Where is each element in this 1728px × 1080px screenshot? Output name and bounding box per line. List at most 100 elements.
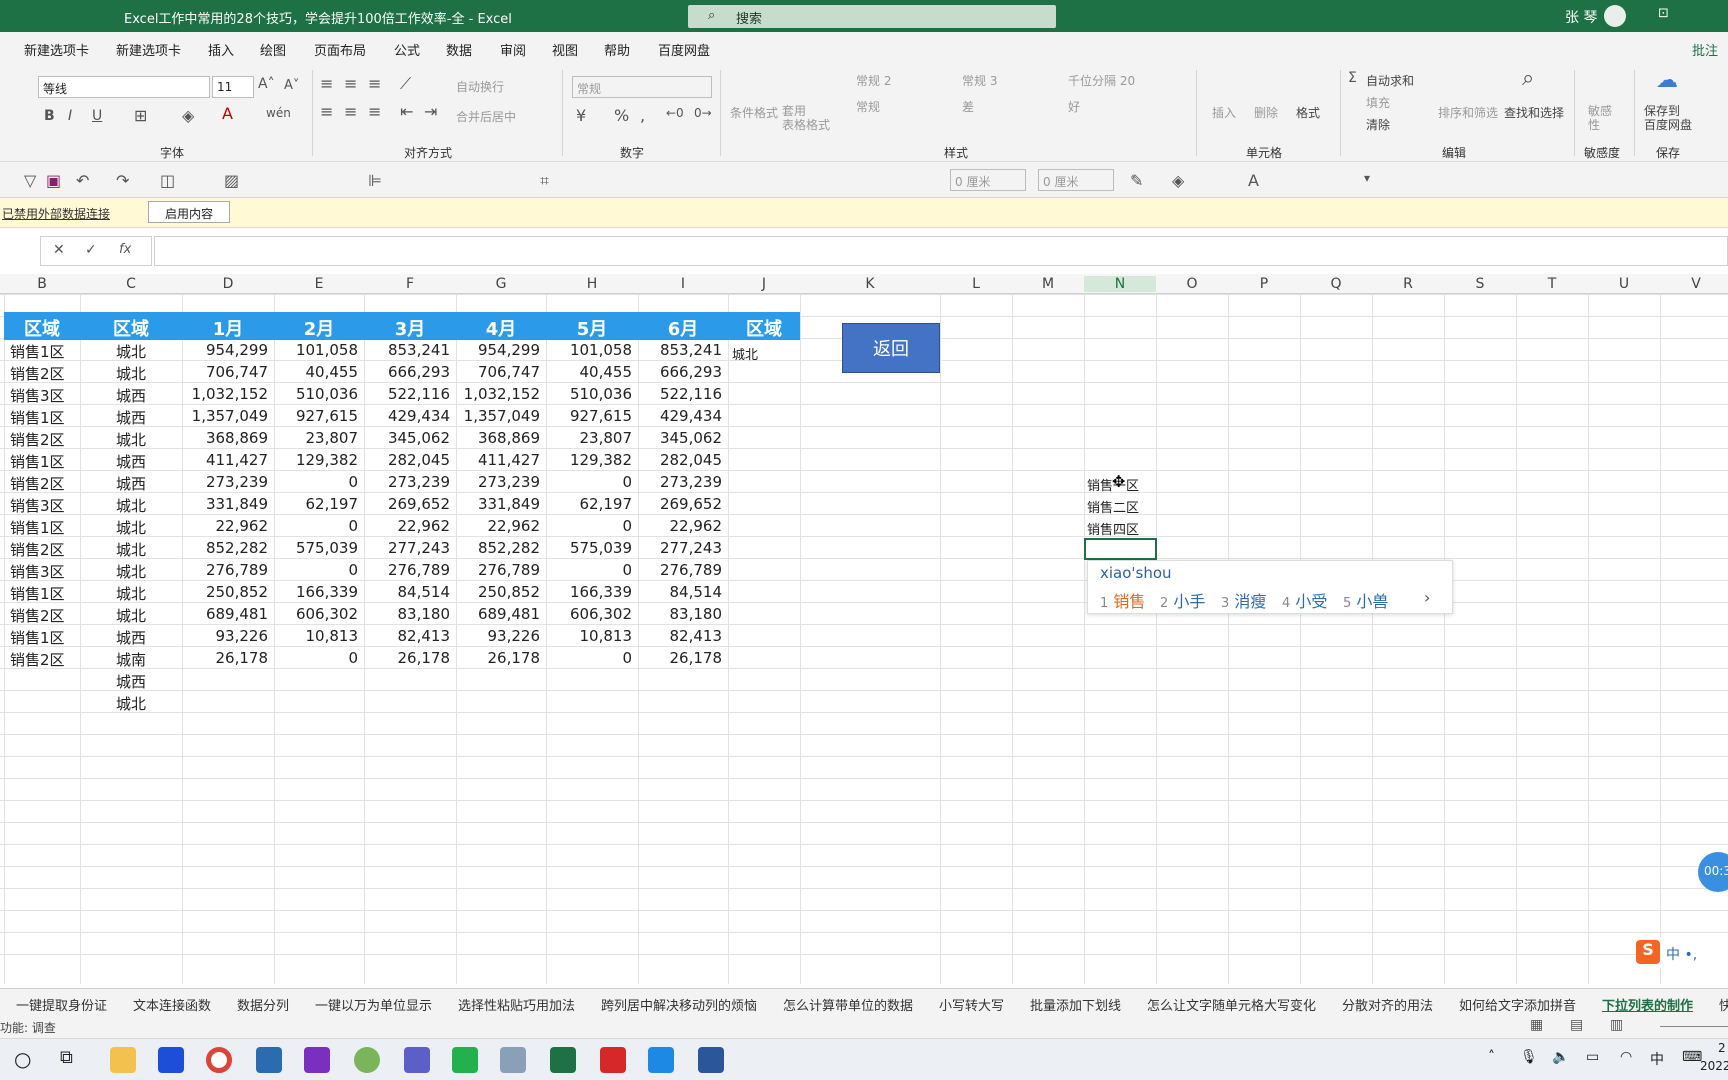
font-name-select[interactable]: 等线 [38, 76, 210, 98]
security-app-icon[interactable] [600, 1047, 626, 1073]
table-cell[interactable]: 销售1区 [10, 583, 65, 604]
width-input-2[interactable]: 0 厘米 [1038, 169, 1114, 191]
word-icon[interactable] [698, 1047, 724, 1073]
table-cell[interactable]: 411,427 [182, 451, 268, 469]
cell-n-2[interactable]: 销售二区 [1087, 497, 1139, 516]
table-cell[interactable]: 331,849 [182, 495, 268, 513]
undo-icon[interactable]: ↶ [76, 171, 89, 190]
file-explorer-icon[interactable] [110, 1047, 136, 1073]
sheet-tab[interactable]: 快速 [1719, 995, 1728, 1014]
chrome-icon[interactable] [206, 1047, 232, 1073]
col-header-r[interactable]: R [1372, 276, 1444, 292]
conditional-format-button[interactable]: 条件格式 [730, 104, 778, 121]
table-cell[interactable]: 城西 [80, 473, 182, 494]
align-right-icon[interactable]: ≡ [368, 102, 381, 121]
formula-input[interactable] [154, 236, 1728, 266]
col-header-n[interactable]: N [1084, 276, 1156, 292]
table-cell[interactable]: 706,747 [182, 363, 268, 381]
battery-icon[interactable]: ▭ [1586, 1049, 1599, 1065]
sheet-tab[interactable]: 怎么让文字随单元格大写变化 [1147, 995, 1316, 1014]
save-icon[interactable]: ▣ [46, 171, 61, 190]
sheet-tab[interactable]: 下拉列表的制作 [1602, 995, 1693, 1014]
bold-icon[interactable]: B [44, 108, 55, 124]
table-cell[interactable]: 429,434 [364, 407, 450, 425]
ime-candidate-2[interactable]: 2 小手 [1160, 588, 1205, 612]
tab-view[interactable]: 视图 [552, 40, 578, 59]
picture-icon[interactable]: ▨ [224, 171, 239, 190]
merge-center-button[interactable]: 合并后居中 [456, 108, 516, 125]
col-header-v[interactable]: V [1660, 276, 1728, 292]
fill-color-icon[interactable]: ◈ [182, 106, 194, 125]
table-cell[interactable]: 10,813 [274, 627, 359, 645]
feishu-icon[interactable] [648, 1047, 674, 1073]
table-cell[interactable]: 606,302 [274, 605, 358, 623]
clear-button[interactable]: 清除 [1366, 116, 1390, 133]
table-cell[interactable]: 689,481 [182, 605, 268, 623]
table-cell[interactable]: 129,382 [546, 451, 632, 469]
table-cell[interactable]: 368,869 [456, 429, 540, 447]
tab-new-1[interactable]: 新建选项卡 [24, 40, 89, 59]
table-cell[interactable]: 销售3区 [10, 495, 65, 516]
tab-formulas[interactable]: 公式 [394, 40, 420, 59]
style-bad[interactable]: 差 [962, 98, 974, 115]
col-header-j[interactable]: J [728, 276, 800, 292]
table-cell[interactable]: 522,116 [638, 385, 722, 403]
table-cell[interactable]: 853,241 [638, 341, 722, 359]
zoom-slider[interactable] [1660, 1026, 1728, 1027]
table-cell[interactable]: 276,789 [182, 561, 268, 579]
table-cell[interactable]: 城北 [80, 341, 182, 362]
table-cell[interactable]: 城西 [80, 627, 182, 648]
table-cell[interactable]: 666,293 [364, 363, 450, 381]
table-cell[interactable]: 22,962 [364, 517, 451, 535]
filter-icon[interactable]: ▽ [24, 171, 36, 190]
table-cell[interactable]: 93,226 [456, 627, 541, 645]
table-cell[interactable]: 84,514 [638, 583, 723, 601]
table-cell[interactable]: 23,807 [274, 429, 359, 447]
table-cell[interactable]: 166,339 [274, 583, 358, 601]
sogou-ime-bar[interactable]: S 中 •, [1636, 938, 1728, 968]
table-cell[interactable]: 282,045 [364, 451, 450, 469]
tray-chevron-icon[interactable]: ˄ [1488, 1049, 1495, 1065]
align-middle-icon[interactable]: ≡ [344, 74, 357, 93]
page-layout-icon[interactable]: ▤ [1570, 1017, 1583, 1033]
mail-icon[interactable] [256, 1047, 282, 1073]
col-header-s[interactable]: S [1444, 276, 1516, 292]
table-cell[interactable]: 0 [274, 649, 358, 667]
tab-help[interactable]: 帮助 [604, 40, 630, 59]
table-cell[interactable]: 575,039 [274, 539, 358, 557]
table-cell[interactable]: 277,243 [638, 539, 722, 557]
teams-icon[interactable] [404, 1047, 430, 1073]
ribbon-display-icon[interactable]: ⊡ [1658, 6, 1669, 21]
italic-icon[interactable]: I [68, 108, 72, 124]
col-header-t[interactable]: T [1516, 276, 1588, 292]
col-header-i[interactable]: I [638, 276, 728, 292]
font-color-icon[interactable]: A [222, 104, 233, 123]
table-cell[interactable]: 0 [274, 473, 358, 491]
col-header-f[interactable]: F [364, 276, 456, 292]
table-cell[interactable]: 852,282 [456, 539, 540, 557]
table-cell[interactable]: 0 [546, 473, 632, 491]
tab-data[interactable]: 数据 [446, 40, 472, 59]
autosum-button[interactable]: 自动求和 [1366, 72, 1414, 89]
comma-icon[interactable]: , [640, 106, 645, 125]
table-cell[interactable]: 26,178 [364, 649, 451, 667]
align-bottom-icon[interactable]: ≡ [368, 74, 381, 93]
table-cell[interactable]: 411,427 [456, 451, 540, 469]
comments-button[interactable]: 批注 [1692, 40, 1718, 59]
tab-new-2[interactable]: 新建选项卡 [116, 40, 181, 59]
sheet-tab[interactable]: 如何给文字添加拼音 [1459, 995, 1576, 1014]
table-cell[interactable]: 853,241 [364, 341, 450, 359]
table-cell[interactable]: 销售1区 [10, 341, 65, 362]
fx-icon[interactable]: fx [119, 242, 131, 257]
table-cell[interactable]: 0 [546, 517, 632, 535]
table-cell[interactable]: 1,032,152 [182, 385, 268, 403]
table-cell[interactable]: 269,652 [638, 495, 722, 513]
table-cell[interactable]: 销售1区 [10, 517, 65, 538]
align-left-icon[interactable]: ≡ [320, 102, 333, 121]
table-cell[interactable]: 销售3区 [10, 385, 65, 406]
sheet-tab[interactable]: 选择性粘贴巧用加法 [458, 995, 575, 1014]
table-cell[interactable]: 销售2区 [10, 649, 65, 670]
table-cell[interactable]: 345,062 [364, 429, 450, 447]
currency-icon[interactable]: ¥ [576, 106, 586, 125]
search-circle-icon[interactable]: ○ [14, 1047, 31, 1071]
